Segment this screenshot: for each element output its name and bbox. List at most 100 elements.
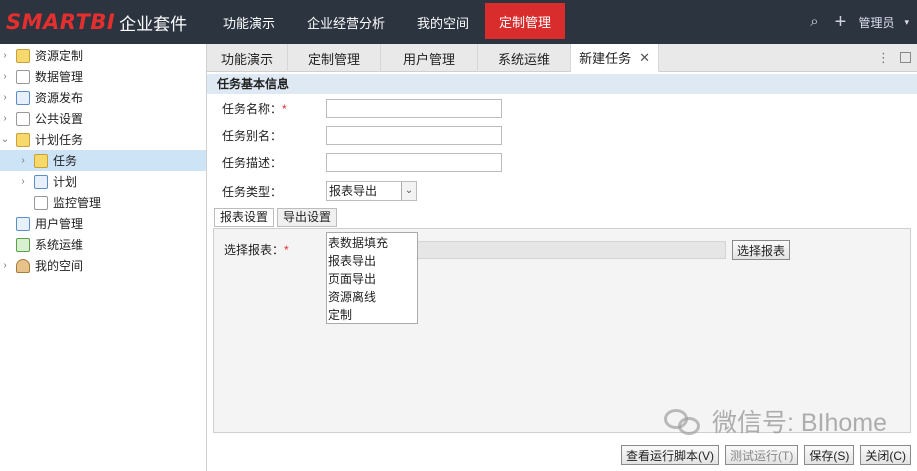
sidebar-item-label: 计划 <box>53 175 78 189</box>
sidebar-item-data-management[interactable]: › 数据管理 <box>0 66 206 87</box>
sidebar-item-resource-publish[interactable]: › 资源发布 <box>0 87 206 108</box>
sidebar-item-resource-custom[interactable]: › 资源定制 <box>0 45 206 66</box>
tab-custom-management[interactable]: 定制管理 <box>288 44 382 72</box>
document-icon <box>16 69 30 84</box>
folder-icon <box>16 48 30 63</box>
tab-label: 用户管理 <box>403 51 456 67</box>
sidebar-item-label: 资源发布 <box>35 91 84 105</box>
tab-label: 功能演示 <box>221 51 274 67</box>
system-icon <box>16 237 30 252</box>
test-run-button[interactable]: 测试运行(T) <box>725 445 799 465</box>
chevron-right-icon[interactable]: › <box>0 260 10 271</box>
chevron-right-icon[interactable]: › <box>18 176 28 187</box>
tab-new-task[interactable]: 新建任务 ✕ <box>571 44 659 72</box>
topnav-item-custom-management[interactable]: 定制管理 <box>485 3 566 39</box>
chevron-right-icon[interactable]: › <box>0 113 10 124</box>
topnav-item-my-space[interactable]: 我的空间 <box>401 0 485 44</box>
alias-label: 任务别名： <box>222 128 283 143</box>
type-row: 任务类型： 报表导出 ⌄ <box>222 181 417 201</box>
users-icon <box>16 216 30 231</box>
task-icon <box>34 153 48 168</box>
action-bar: 查看运行脚本(V) 测试运行(T) 保存(S) 关闭(C) <box>621 445 911 465</box>
sidebar-item-scheduled-tasks[interactable]: ⌄ 计划任务 <box>0 129 206 150</box>
user-menu[interactable]: 管理员 <box>858 14 894 31</box>
task-name-input[interactable] <box>326 98 502 118</box>
option-table-fill[interactable]: 表数据填充 <box>327 234 417 252</box>
task-type-select[interactable]: 报表导出 ⌄ <box>326 181 417 201</box>
topnav-item-business-analysis[interactable]: 企业经营分析 <box>291 0 401 44</box>
task-desc-input[interactable] <box>326 152 502 172</box>
sidebar-item-label: 系统运维 <box>35 238 84 252</box>
sidebar-item-task[interactable]: › 任务 <box>0 150 206 171</box>
brand-logo: SMARTBI <box>6 10 116 34</box>
option-custom[interactable]: 定制 <box>327 306 417 324</box>
sidebar-item-user-management[interactable]: 用户管理 <box>0 213 206 234</box>
sidebar-item-label: 监控管理 <box>53 196 102 210</box>
sidebar-item-label: 计划任务 <box>35 133 84 147</box>
name-label-text: 任务名称： <box>222 101 283 116</box>
desc-label: 任务描述： <box>222 155 283 170</box>
chevron-down-icon[interactable]: ▾ <box>904 17 909 28</box>
topnav-item-demo[interactable]: 功能演示 <box>207 0 291 44</box>
sidebar-item-schedule[interactable]: › 计划 <box>0 171 206 192</box>
tab-label: 定制管理 <box>308 51 361 67</box>
choose-report-button[interactable]: 选择报表 <box>732 240 791 260</box>
brand-suite: 企业套件 <box>119 14 188 34</box>
required-mark: * <box>284 243 289 257</box>
sidebar-item-label: 资源定制 <box>35 49 84 63</box>
subtab-report-settings[interactable]: 报表设置 <box>214 208 275 227</box>
tab-tools: ⋮ <box>877 50 911 66</box>
save-button[interactable]: 保存(S) <box>804 445 855 465</box>
chevron-right-icon[interactable]: › <box>18 155 28 166</box>
sidebar-item-system-ops[interactable]: 系统运维 <box>0 234 206 255</box>
more-icon[interactable]: ⋮ <box>877 50 890 66</box>
tab-label: 新建任务 <box>579 51 632 66</box>
task-form: 任务基本信息 任务名称：* 任务别名： 任务描述： 任务类型： 报表导出 ⌄ 报… <box>207 72 917 471</box>
type-label: 任务类型： <box>222 184 283 199</box>
close-button[interactable]: 关闭(C) <box>860 445 911 465</box>
settings-doc-icon <box>16 111 30 126</box>
task-alias-input[interactable] <box>326 125 502 145</box>
tab-bar: 功能演示 定制管理 用户管理 系统运维 新建任务 ✕ ⋮ <box>207 44 917 72</box>
option-page-export[interactable]: 页面导出 <box>327 270 417 288</box>
sidebar-item-label: 公共设置 <box>35 112 84 126</box>
chevron-down-icon[interactable]: ⌄ <box>0 134 10 145</box>
chevron-down-icon[interactable]: ⌄ <box>401 182 416 200</box>
option-resource-offline[interactable]: 资源离线 <box>327 288 417 306</box>
maximize-icon[interactable] <box>900 52 911 63</box>
sidebar-item-public-settings[interactable]: › 公共设置 <box>0 108 206 129</box>
main-area: 功能演示 定制管理 用户管理 系统运维 新建任务 ✕ ⋮ 任务基本信息 任务名称… <box>207 44 917 471</box>
top-nav: 功能演示 企业经营分析 我的空间 定制管理 <box>207 0 566 44</box>
search-icon[interactable]: ⌕ <box>806 14 822 30</box>
option-report-export[interactable]: 报表导出 <box>327 252 417 270</box>
subtab-export-settings[interactable]: 导出设置 <box>277 208 338 227</box>
edit-icon <box>34 195 48 210</box>
folder-icon <box>16 132 30 147</box>
top-right: ⌕ + 管理员 ▾ <box>806 0 909 44</box>
wechat-icon <box>663 407 704 435</box>
tab-demo[interactable]: 功能演示 <box>207 44 289 72</box>
tab-user-management[interactable]: 用户管理 <box>381 44 479 72</box>
plus-icon[interactable]: + <box>832 12 848 32</box>
task-type-dropdown: 表数据填充 报表导出 页面导出 资源离线 定制 <box>326 232 418 324</box>
sidebar: › 资源定制 › 数据管理 › 资源发布 › 公共设置 ⌄ 计划任务 › 任务 … <box>0 44 207 471</box>
clock-icon <box>34 174 48 189</box>
sidebar-item-monitor[interactable]: 监控管理 <box>0 192 206 213</box>
sidebar-item-label: 数据管理 <box>35 70 84 84</box>
view-script-button[interactable]: 查看运行脚本(V) <box>621 445 719 465</box>
watermark-text: 微信号: BIhome <box>711 409 887 437</box>
required-mark: * <box>282 101 287 116</box>
chevron-right-icon[interactable]: › <box>0 50 10 61</box>
sidebar-item-my-space[interactable]: › 我的空间 <box>0 255 206 276</box>
sub-tabs: 报表设置 导出设置 <box>214 208 338 227</box>
sidebar-item-label: 我的空间 <box>35 259 84 273</box>
chevron-right-icon[interactable]: › <box>0 71 10 82</box>
watermark: 微信号: BIhome <box>663 403 887 439</box>
tab-label: 系统运维 <box>498 51 551 67</box>
chevron-right-icon[interactable]: › <box>0 92 10 103</box>
sidebar-item-label: 用户管理 <box>35 217 84 231</box>
brand: SMARTBI 企业套件 <box>0 0 207 44</box>
tab-system-ops[interactable]: 系统运维 <box>478 44 572 72</box>
choose-report-label-text: 选择报表： <box>224 243 285 257</box>
close-icon[interactable]: ✕ <box>639 50 650 66</box>
